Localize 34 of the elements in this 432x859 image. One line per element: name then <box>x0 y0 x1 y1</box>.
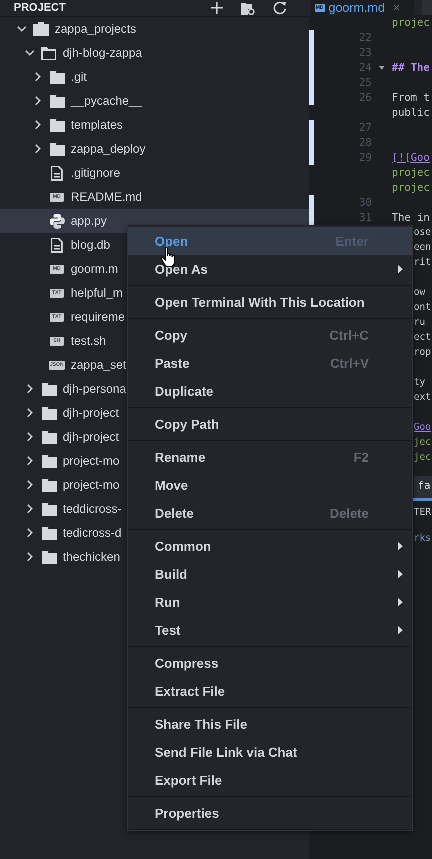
line-number: 27 <box>359 122 372 134</box>
terminal-text: TER <box>414 506 432 518</box>
line-number: 24 <box>359 62 372 74</box>
code-text: Goo <box>414 422 432 433</box>
terminal-text: rks <box>414 532 432 544</box>
panel-title: PROJECT <box>14 2 67 14</box>
code-text: projec <box>392 182 430 194</box>
line-number: 25 <box>359 76 372 88</box>
line-number: 31 <box>359 212 372 224</box>
code-text: ## The <box>392 62 430 74</box>
code-text: ext <box>414 392 432 403</box>
code-text: The in <box>392 212 430 224</box>
code-text: From t <box>392 92 430 104</box>
code-text: jec <box>414 452 432 463</box>
code-text: ont <box>414 302 432 313</box>
code-text: rop <box>414 347 432 358</box>
code-text: een <box>414 242 432 253</box>
code-text: projec <box>392 166 430 178</box>
code-text: ow <box>414 287 426 298</box>
code-text: ect <box>414 332 432 343</box>
code-text: public <box>392 106 430 118</box>
line-number: 22 <box>359 32 372 44</box>
code-text: rit <box>414 257 432 268</box>
code-text: ru <box>414 317 426 328</box>
code-text: jec <box>414 437 432 448</box>
code-text: projec <box>392 16 430 28</box>
line-number: 23 <box>359 46 372 58</box>
code-text: [![Goo <box>392 152 430 164</box>
line-number: 29 <box>359 152 372 164</box>
line-number: 26 <box>359 92 372 104</box>
code-text: ose <box>414 227 432 238</box>
code-text: ty <box>414 377 426 388</box>
line-number: 30 <box>359 196 372 208</box>
line-number: 28 <box>359 136 372 148</box>
